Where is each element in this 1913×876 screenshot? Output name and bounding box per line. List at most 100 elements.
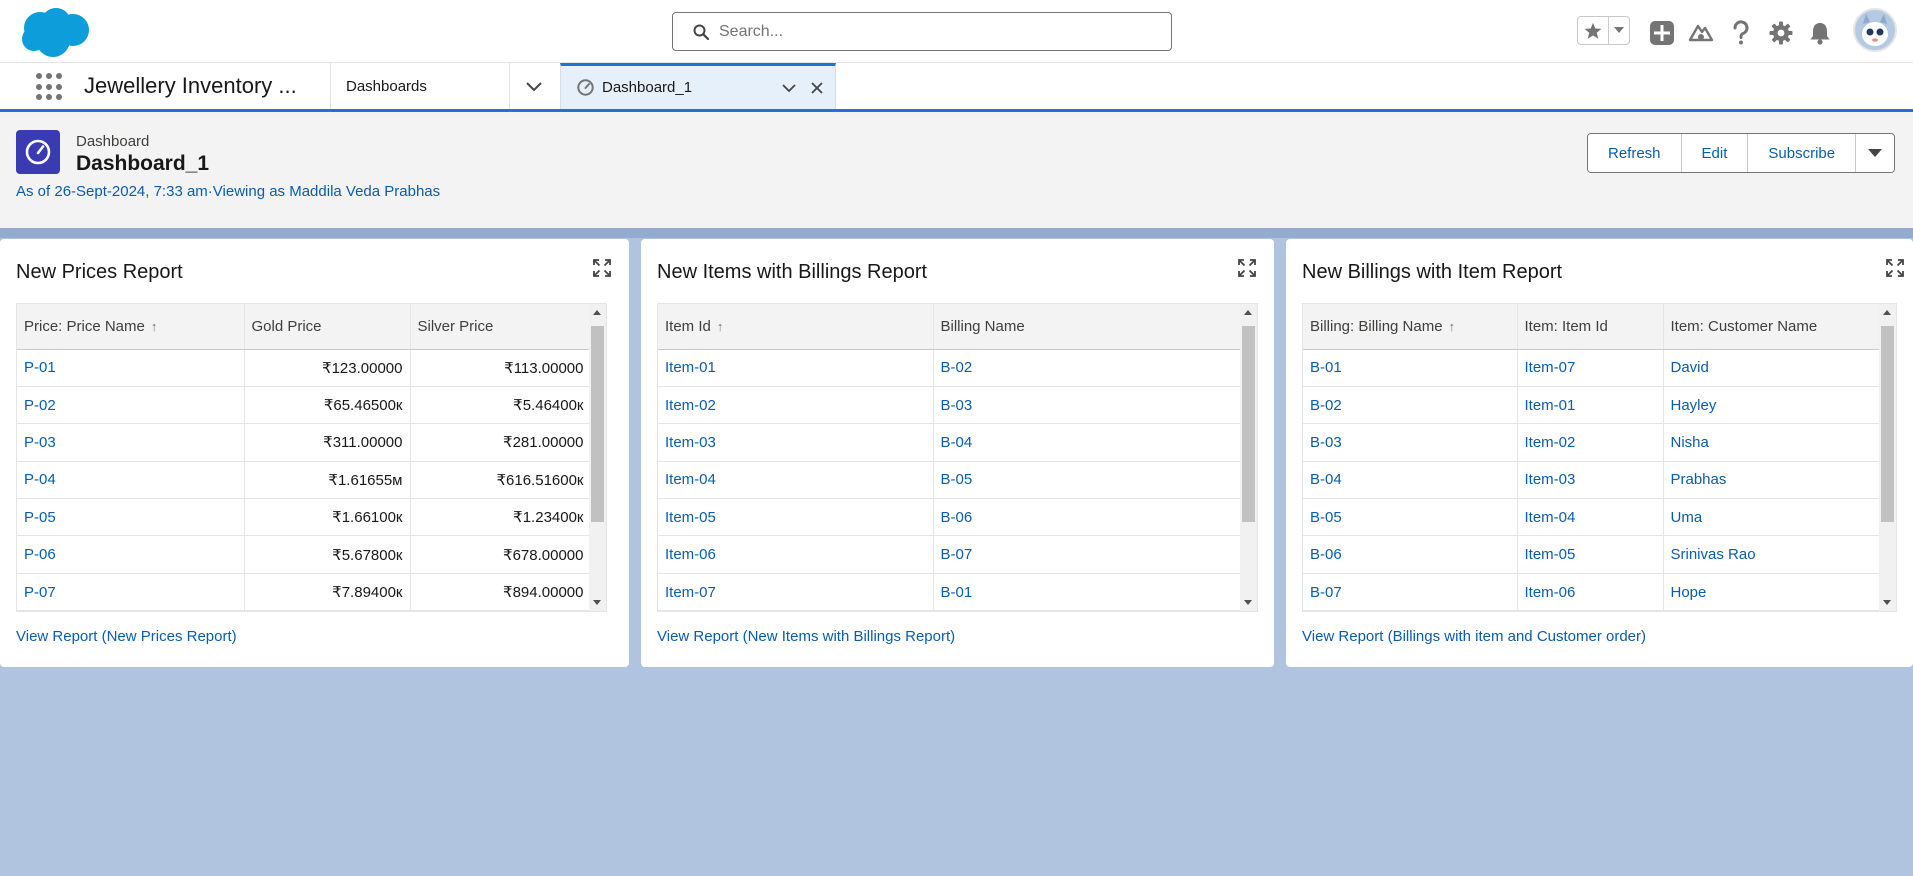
price-name-link[interactable]: P-07 (17, 573, 245, 611)
more-actions-button[interactable] (1856, 134, 1895, 172)
column-header[interactable]: Billing: Billing Name ↑ (1303, 304, 1518, 350)
table-row: Item-05 B-06 (658, 498, 1243, 537)
expand-icon[interactable] (1238, 259, 1256, 277)
price-name-link[interactable]: P-03 (17, 423, 245, 462)
tab-close-icon[interactable] (807, 78, 827, 98)
view-report-link[interactable]: View Report (New Prices Report) (16, 628, 237, 645)
expand-icon[interactable] (1886, 259, 1904, 277)
scroll-thumb[interactable] (591, 326, 604, 522)
column-header[interactable]: Price: Price Name ↑ (17, 304, 245, 350)
billing-name-link[interactable]: B-03 (1303, 423, 1518, 462)
price-name-link[interactable]: P-06 (17, 535, 245, 574)
chevron-down-icon (1868, 148, 1883, 157)
billing-name-link[interactable]: B-05 (1303, 498, 1518, 537)
billing-name-link[interactable]: B-03 (933, 386, 1243, 425)
price-name-link[interactable]: P-02 (17, 386, 245, 425)
item-id-link[interactable]: Item-03 (658, 423, 934, 462)
price-name-link[interactable]: P-05 (17, 498, 245, 537)
column-header[interactable]: Item: Customer Name (1663, 304, 1882, 350)
column-header[interactable]: Silver Price (410, 304, 592, 350)
global-add-icon[interactable] (1649, 20, 1675, 46)
notifications-bell-icon[interactable] (1807, 20, 1833, 46)
item-id-link[interactable]: Item-06 (1517, 573, 1664, 611)
edit-button[interactable]: Edit (1681, 134, 1749, 172)
trailhead-icon[interactable] (1688, 20, 1714, 46)
billing-name-link[interactable]: B-06 (933, 498, 1243, 537)
table-row: B-02 Item-01 Hayley (1303, 386, 1882, 425)
help-icon[interactable] (1728, 20, 1754, 46)
view-report-link[interactable]: View Report (New Items with Billings Rep… (657, 628, 955, 645)
item-id-link[interactable]: Item-02 (1517, 423, 1664, 462)
customer-name-link[interactable]: Uma (1663, 498, 1882, 537)
setup-gear-icon[interactable] (1768, 20, 1794, 46)
report-table: Billing: Billing Name ↑ Item: Item Id Ite… (1302, 303, 1897, 612)
item-id-link[interactable]: Item-04 (658, 461, 934, 500)
favorites-dropdown-icon[interactable] (1609, 17, 1629, 44)
customer-name-link[interactable]: David (1663, 349, 1882, 387)
billing-name-link[interactable]: B-05 (933, 461, 1243, 500)
billing-name-link[interactable]: B-01 (933, 573, 1243, 611)
item-id-link[interactable]: Item-05 (658, 498, 934, 537)
item-id-link[interactable]: Item-01 (658, 349, 934, 387)
customer-name-link[interactable]: Prabhas (1663, 461, 1882, 500)
silver-price-cell: ₹678.00000 (410, 535, 592, 574)
column-header[interactable]: Item: Item Id (1517, 304, 1664, 350)
scroll-up-icon[interactable] (593, 310, 601, 315)
item-id-link[interactable]: Item-01 (1517, 386, 1664, 425)
billing-name-link[interactable]: B-04 (1303, 461, 1518, 500)
price-name-link[interactable]: P-01 (17, 349, 245, 387)
billing-name-link[interactable]: B-02 (933, 349, 1243, 387)
column-header[interactable]: Item Id ↑ (658, 304, 934, 350)
billing-name-link[interactable]: B-06 (1303, 535, 1518, 574)
item-id-link[interactable]: Item-07 (1517, 349, 1664, 387)
subscribe-button[interactable]: Subscribe (1748, 134, 1857, 172)
scroll-down-icon[interactable] (1883, 600, 1891, 605)
nav-item-dashboards[interactable]: Dashboards (346, 78, 427, 95)
column-header[interactable]: Billing Name (933, 304, 1243, 350)
price-name-link[interactable]: P-04 (17, 461, 245, 500)
billing-name-link[interactable]: B-07 (1303, 573, 1518, 611)
scroll-up-icon[interactable] (1883, 310, 1891, 315)
expand-icon[interactable] (593, 259, 611, 277)
sort-up-arrow-icon: ↑ (150, 318, 158, 334)
table-scrollbar[interactable] (589, 304, 606, 611)
tab-menu-chevron-icon[interactable] (779, 78, 799, 98)
item-id-link[interactable]: Item-05 (1517, 535, 1664, 574)
scroll-up-icon[interactable] (1244, 310, 1252, 315)
view-report-link[interactable]: View Report (Billings with item and Cust… (1302, 628, 1646, 645)
customer-name-link[interactable]: Nisha (1663, 423, 1882, 462)
column-header[interactable]: Gold Price (244, 304, 411, 350)
scroll-thumb[interactable] (1242, 326, 1255, 522)
favorites-star-icon[interactable] (1578, 17, 1609, 44)
refresh-button[interactable]: Refresh (1588, 134, 1682, 172)
user-avatar[interactable] (1853, 8, 1897, 52)
global-search[interactable] (672, 12, 1172, 51)
gold-price-cell: ₹65.46500к (244, 386, 411, 425)
table-row: P-05 ₹1.66100к ₹1.23400к (17, 498, 592, 537)
scroll-thumb[interactable] (1881, 326, 1894, 522)
table-scrollbar[interactable] (1240, 304, 1257, 611)
item-id-link[interactable]: Item-06 (658, 535, 934, 574)
nav-dashboards-menu-chevron-icon[interactable] (522, 75, 546, 99)
billing-name-link[interactable]: B-02 (1303, 386, 1518, 425)
app-launcher-icon[interactable] (36, 73, 64, 101)
item-id-link[interactable]: Item-07 (658, 573, 934, 611)
table-row: P-02 ₹65.46500к ₹5.46400к (17, 386, 592, 425)
dashboard-actions: Refresh Edit Subscribe (1587, 133, 1896, 173)
billing-name-link[interactable]: B-04 (933, 423, 1243, 462)
customer-name-link[interactable]: Hope (1663, 573, 1882, 611)
search-input[interactable] (719, 21, 1159, 43)
item-id-link[interactable]: Item-04 (1517, 498, 1664, 537)
scroll-down-icon[interactable] (1244, 600, 1252, 605)
salesforce-logo-icon[interactable] (18, 6, 92, 58)
item-id-link[interactable]: Item-02 (658, 386, 934, 425)
billing-name-link[interactable]: B-07 (933, 535, 1243, 574)
favorites-group (1577, 16, 1630, 45)
tab-dashboard-1[interactable]: Dashboard_1 (560, 63, 836, 109)
billing-name-link[interactable]: B-01 (1303, 349, 1518, 387)
item-id-link[interactable]: Item-03 (1517, 461, 1664, 500)
table-scrollbar[interactable] (1879, 304, 1896, 611)
customer-name-link[interactable]: Srinivas Rao (1663, 535, 1882, 574)
customer-name-link[interactable]: Hayley (1663, 386, 1882, 425)
scroll-down-icon[interactable] (593, 600, 601, 605)
